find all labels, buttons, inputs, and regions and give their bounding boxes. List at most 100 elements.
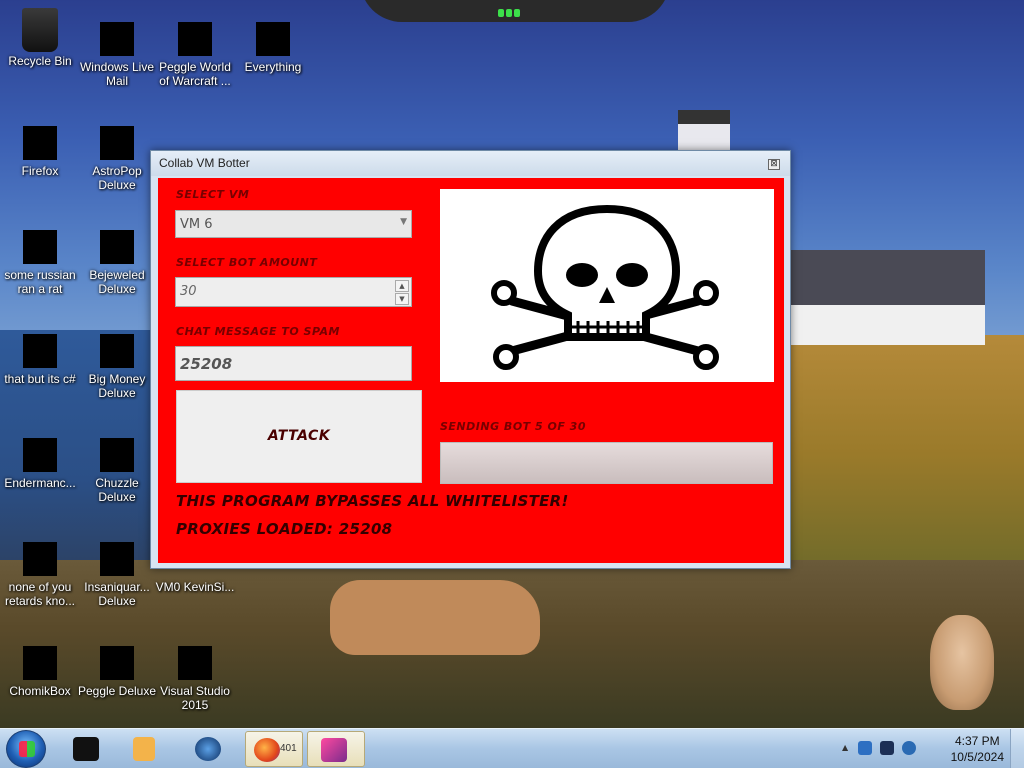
proxies-loaded-text: PROXIES LOADED: 25208: [176, 520, 393, 538]
desktop-icon-firefox[interactable]: Firefox: [0, 126, 80, 178]
desktop-icon-visual-studio[interactable]: Visual Studio 2015: [155, 646, 235, 712]
collab-vm-botter-window: Collab VM Botter ⊠ SELECT VM VM 6 ▼ SELE…: [150, 150, 791, 569]
desktop-icon-chomikbox[interactable]: ChomikBox: [0, 646, 80, 698]
desktop-icon-label: Everything: [244, 60, 302, 74]
desktop-icon-label: Peggle Deluxe: [77, 684, 157, 698]
chomikbox-icon: [23, 646, 57, 680]
desktop-icon-label: Firefox: [21, 164, 59, 178]
firefox-icon: [254, 738, 280, 762]
file-icon: [23, 438, 57, 472]
stepper-up-icon[interactable]: ▲: [395, 280, 409, 292]
wallpaper-house-roof: [790, 250, 985, 305]
taskbar: 401 ▲ 4:37 PM 10/5/2024: [0, 728, 1024, 768]
clock-time: 4:37 PM: [954, 734, 1000, 748]
bot-amount-value: 30: [180, 284, 197, 299]
desktop-icon-label: Peggle World of Warcraft ...: [159, 60, 231, 88]
desktop-icon-label: Visual Studio 2015: [160, 684, 230, 712]
desktop-icon-recycle-bin[interactable]: Recycle Bin: [0, 8, 80, 68]
globe-icon: [195, 737, 221, 761]
chevron-down-icon: ▼: [400, 217, 407, 227]
hamster-desktop-pet[interactable]: [930, 615, 994, 710]
stepper-down-icon[interactable]: ▼: [395, 293, 409, 305]
desktop-icon-label: Insaniquar... Deluxe: [84, 580, 150, 608]
chuzzle-icon: [100, 438, 134, 472]
media-player-icon: [133, 737, 155, 761]
taskbar-item-botter[interactable]: [307, 731, 365, 767]
desktop-icon-peggle-wow[interactable]: Peggle World of Warcraft ...: [155, 22, 235, 88]
app-icon: [321, 738, 347, 762]
insaniquarium-icon: [100, 542, 134, 576]
start-button[interactable]: [6, 730, 46, 768]
wallpaper-lighthouse: [678, 110, 730, 155]
visual-studio-icon: [178, 646, 212, 680]
tray-app-icon[interactable]: [858, 741, 872, 755]
desktop-icon-bejeweled[interactable]: Bejeweled Deluxe: [77, 230, 157, 296]
desktop-icon-label: ChomikBox: [9, 684, 71, 698]
desktop-icon-label: Bejeweled Deluxe: [89, 268, 145, 296]
file-icon: [23, 542, 57, 576]
chat-message-value: 25208: [180, 355, 233, 373]
everything-icon: [256, 22, 290, 56]
desktop-icon-label: Chuzzle Deluxe: [95, 476, 139, 504]
clock-date: 10/5/2024: [950, 750, 1004, 764]
astropop-icon: [100, 126, 134, 160]
desktop-icon-astropop[interactable]: AstroPop Deluxe: [77, 126, 157, 192]
desktop-icon-chuzzle[interactable]: Chuzzle Deluxe: [77, 438, 157, 504]
attack-button[interactable]: ATTACK: [176, 390, 422, 483]
firefox-window-count: 401: [280, 743, 297, 754]
desktop-icon-peggle-deluxe[interactable]: Peggle Deluxe: [77, 646, 157, 698]
desktop-icon-windows-live-mail[interactable]: Windows Live Mail: [77, 22, 157, 88]
sending-status-text: SENDING BOT 5 OF 30: [440, 420, 586, 433]
desktop-icon-everything[interactable]: Everything: [233, 22, 313, 74]
recycle-bin-icon: [22, 8, 58, 52]
show-desktop-button[interactable]: [1010, 729, 1024, 768]
gadget-led-icon: [498, 6, 526, 17]
peggle-icon: [100, 646, 134, 680]
skull-crossbones-icon: [491, 204, 719, 370]
window-body: SELECT VM VM 6 ▼ SELECT BOT AMOUNT 30 ▲ …: [158, 178, 784, 563]
peggle-icon: [178, 22, 212, 56]
desktop-icon-label: none of you retards kno...: [4, 580, 76, 608]
window-title[interactable]: Collab VM Botter: [151, 151, 790, 176]
desktop-icon-label: AstroPop Deluxe: [92, 164, 142, 192]
desktop-icon-endermanc[interactable]: Endermanc...: [0, 438, 80, 490]
system-tray: ▲ 4:37 PM 10/5/2024: [834, 729, 1024, 768]
sending-progress-bar: [440, 442, 773, 484]
desktop-icon-insaniquarium[interactable]: Insaniquar... Deluxe: [77, 542, 157, 608]
bot-amount-label: SELECT BOT AMOUNT: [176, 256, 318, 269]
desktop-icon-big-money[interactable]: Big Money Deluxe: [77, 334, 157, 400]
taskbar-item-globe[interactable]: [182, 731, 240, 767]
select-vm-dropdown[interactable]: VM 6 ▼: [175, 210, 412, 238]
desktop-icon-label: VM0 KevinSi...: [155, 580, 235, 594]
bot-amount-stepper[interactable]: 30 ▲ ▼: [175, 277, 412, 307]
wallpaper-house: [790, 305, 985, 345]
taskbar-item-firefox[interactable]: 401: [245, 731, 303, 767]
tray-expand-icon[interactable]: ▲: [842, 743, 850, 757]
select-vm-value: VM 6: [180, 217, 213, 232]
clock[interactable]: 4:37 PM 10/5/2024: [951, 733, 1004, 765]
big-money-icon: [100, 334, 134, 368]
desktop-icon-label: Big Money Deluxe: [88, 372, 146, 400]
desktop-icon-label: Recycle Bin: [8, 54, 72, 68]
desktop-icon-label: Windows Live Mail: [79, 60, 155, 88]
desktop-icon-none-of-you[interactable]: none of you retards kno...: [0, 542, 80, 608]
taskbar-item-media[interactable]: [120, 731, 178, 767]
wallpaper-rock: [330, 580, 540, 655]
close-icon[interactable]: ⊠: [768, 159, 780, 170]
volume-icon[interactable]: [902, 741, 916, 755]
network-icon[interactable]: [880, 741, 894, 755]
desktop-icon-russian-rat[interactable]: some russian ran a rat: [0, 230, 80, 296]
file-icon: [23, 230, 57, 264]
chat-message-input[interactable]: 25208: [175, 346, 412, 381]
windows-live-mail-icon: [100, 22, 134, 56]
windows-logo-icon: [19, 741, 35, 757]
desktop-icon-that-but-csharp[interactable]: that but its c#: [0, 334, 80, 386]
file-icon: [23, 334, 57, 368]
taskbar-item-explorer[interactable]: [60, 731, 118, 767]
select-vm-label: SELECT VM: [176, 188, 250, 201]
chat-message-label: CHAT MESSAGE TO SPAM: [176, 325, 340, 338]
desktop-icon-label: some russian ran a rat: [4, 268, 76, 296]
firefox-icon: [23, 126, 57, 160]
skull-image: [440, 189, 774, 382]
bejeweled-icon: [100, 230, 134, 264]
